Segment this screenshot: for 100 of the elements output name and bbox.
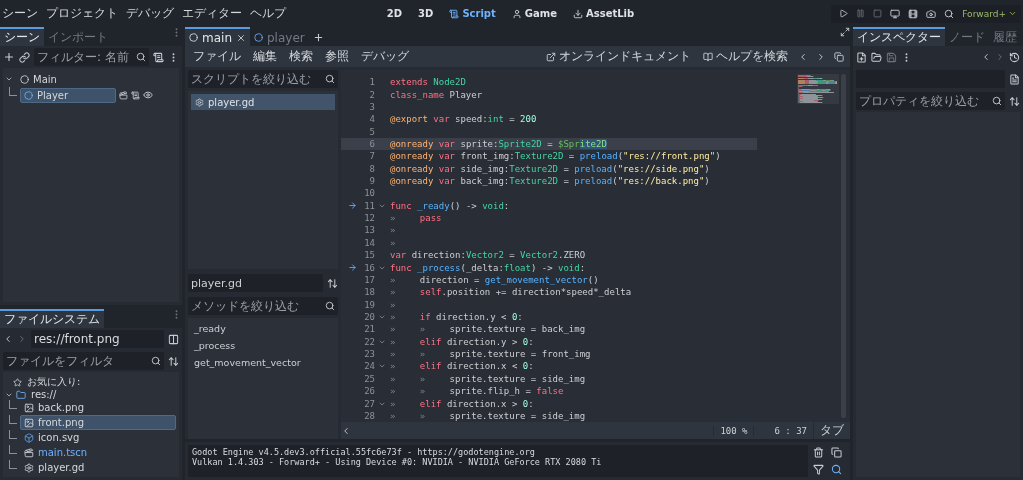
- forward-icon[interactable]: [816, 51, 826, 62]
- search-icon[interactable]: [831, 464, 842, 475]
- filter-field[interactable]: メソッドを絞り込む: [188, 297, 338, 316]
- filter-icon[interactable]: [813, 464, 824, 475]
- code-line: »: [389, 299, 397, 310]
- dock-tab[interactable]: インポート: [44, 27, 112, 46]
- scene-tab[interactable]: player: [250, 27, 309, 46]
- eye-icon[interactable]: [143, 90, 153, 100]
- workspace-tab[interactable]: Script: [446, 6, 499, 21]
- filter-field[interactable]: プロパティを絞り込む: [856, 92, 1005, 110]
- split-view-icon[interactable]: [168, 333, 179, 345]
- search-icon[interactable]: [136, 52, 146, 62]
- line-number: 11: [363, 200, 375, 211]
- search-icon[interactable]: [325, 301, 335, 312]
- method-item[interactable]: _process: [191, 338, 335, 354]
- dock-tab[interactable]: インスペクター: [853, 27, 945, 46]
- filter-field[interactable]: スクリプトを絞り込む: [188, 70, 338, 88]
- workspace-tab[interactable]: Game: [508, 6, 560, 21]
- file-item[interactable]: player.gd: [20, 460, 176, 475]
- link-icon[interactable]: [19, 51, 30, 63]
- monitor-icon[interactable]: [890, 8, 901, 19]
- menu-item[interactable]: デバッグ: [359, 48, 411, 65]
- script-icon[interactable]: [131, 90, 140, 100]
- file-item[interactable]: back.png: [20, 400, 176, 415]
- workspace-tab[interactable]: 3D: [415, 6, 437, 21]
- back-icon[interactable]: [981, 52, 991, 62]
- method-item[interactable]: get_movement_vector: [191, 355, 335, 371]
- menu-item[interactable]: プロジェクト: [44, 2, 124, 25]
- override-icon[interactable]: [348, 201, 357, 211]
- menu-item[interactable]: シーン: [0, 2, 44, 25]
- back-icon[interactable]: [798, 51, 808, 62]
- tree-item[interactable]: Player: [20, 87, 116, 103]
- doc-search-icon[interactable]: [1009, 73, 1020, 85]
- chevron-icon[interactable]: [5, 75, 13, 83]
- clapperboard-icon[interactable]: [119, 90, 128, 100]
- sort-icon[interactable]: [327, 277, 338, 289]
- panels-icon[interactable]: [834, 51, 844, 62]
- override-icon[interactable]: [348, 263, 357, 273]
- script-icon: [449, 8, 460, 19]
- script-item[interactable]: player.gd: [191, 94, 335, 110]
- film-icon[interactable]: [908, 8, 919, 19]
- sort-icon[interactable]: [1009, 95, 1020, 107]
- script-name: player.gd: [188, 274, 323, 293]
- folder-icon[interactable]: [871, 51, 882, 63]
- search-icon[interactable]: [325, 74, 335, 84]
- tree-item[interactable]: お気に入り:: [25, 375, 176, 389]
- scroll-left-icon[interactable]: [341, 425, 351, 436]
- scene-tab[interactable]: main: [185, 27, 250, 46]
- add-icon[interactable]: [3, 51, 15, 63]
- file-item[interactable]: front.png: [20, 415, 176, 430]
- new-resource-icon[interactable]: [856, 51, 867, 63]
- tree-item[interactable]: res://: [29, 389, 176, 400]
- indent-mode[interactable]: タブ: [813, 422, 850, 439]
- script-icon[interactable]: [153, 51, 164, 63]
- filter-field[interactable]: フィルター: 名前: [34, 48, 149, 66]
- code-line: func _process(_delta:float) -> void:: [389, 262, 586, 273]
- menu-item[interactable]: 検索: [287, 48, 315, 65]
- back-icon[interactable]: [3, 334, 13, 344]
- line-number: 8: [368, 163, 375, 174]
- filter-field[interactable]: ファイルをフィルタ: [3, 352, 164, 370]
- folder-icon: [16, 389, 26, 400]
- maximize-icon[interactable]: [840, 27, 850, 37]
- history-icon[interactable]: [1009, 51, 1020, 63]
- menu-item[interactable]: ファイル: [191, 48, 243, 65]
- search-icon[interactable]: [151, 356, 161, 366]
- fold-icon[interactable]: [378, 313, 386, 321]
- file-item[interactable]: main.tscn: [20, 445, 176, 460]
- line-number: 7: [368, 151, 375, 162]
- close-icon[interactable]: [236, 32, 246, 43]
- path-field[interactable]: res://front.png: [31, 330, 164, 348]
- doc-link[interactable]: ヘルプを検索: [701, 48, 790, 65]
- method-item[interactable]: _ready: [191, 321, 335, 337]
- doc-link[interactable]: オンラインドキュメント: [544, 48, 693, 65]
- renderer-dropdown[interactable]: Forward+: [962, 8, 1017, 19]
- menu-item[interactable]: エディター: [180, 2, 248, 25]
- menu-item[interactable]: デバッグ: [124, 2, 180, 25]
- line-number: 20: [363, 312, 375, 322]
- menu-item[interactable]: 参照: [323, 48, 351, 65]
- scene-icon: [189, 33, 198, 42]
- clear-icon[interactable]: [813, 447, 824, 458]
- menu-item[interactable]: 編集: [251, 48, 279, 65]
- output-log: Godot Engine v4.5.dev3.official.55fc6e73f - https://godotengine.org Vulkan 1.4.303 - Forward+ - Using Device #0: NVIDIA - NVIDIA GeForce RTX 2080 Ti: [188, 445, 808, 477]
- workspace-tab[interactable]: 2D: [383, 6, 406, 21]
- search-icon[interactable]: [992, 96, 1002, 106]
- dock-tab[interactable]: シーン: [0, 27, 44, 46]
- tree-line: [9, 459, 17, 469]
- menu-item[interactable]: ヘルプ: [248, 2, 292, 25]
- copy-icon[interactable]: [831, 447, 842, 458]
- file-item[interactable]: icon.svg: [20, 430, 176, 445]
- workspace-tab[interactable]: AssetLib: [570, 6, 638, 21]
- camera-icon[interactable]: [926, 8, 937, 19]
- dock-tab[interactable]: ノード: [945, 27, 989, 46]
- node-icon: [24, 90, 33, 100]
- dock-tab[interactable]: 履歴: [989, 27, 1021, 46]
- sort-icon[interactable]: [168, 355, 179, 367]
- search-icon[interactable]: [944, 8, 955, 19]
- chevron-icon[interactable]: [1008, 9, 1017, 18]
- play-icon[interactable]: [839, 9, 849, 18]
- dock-tab[interactable]: ファイルシステム: [0, 309, 104, 328]
- tree-item[interactable]: Main: [16, 71, 176, 87]
